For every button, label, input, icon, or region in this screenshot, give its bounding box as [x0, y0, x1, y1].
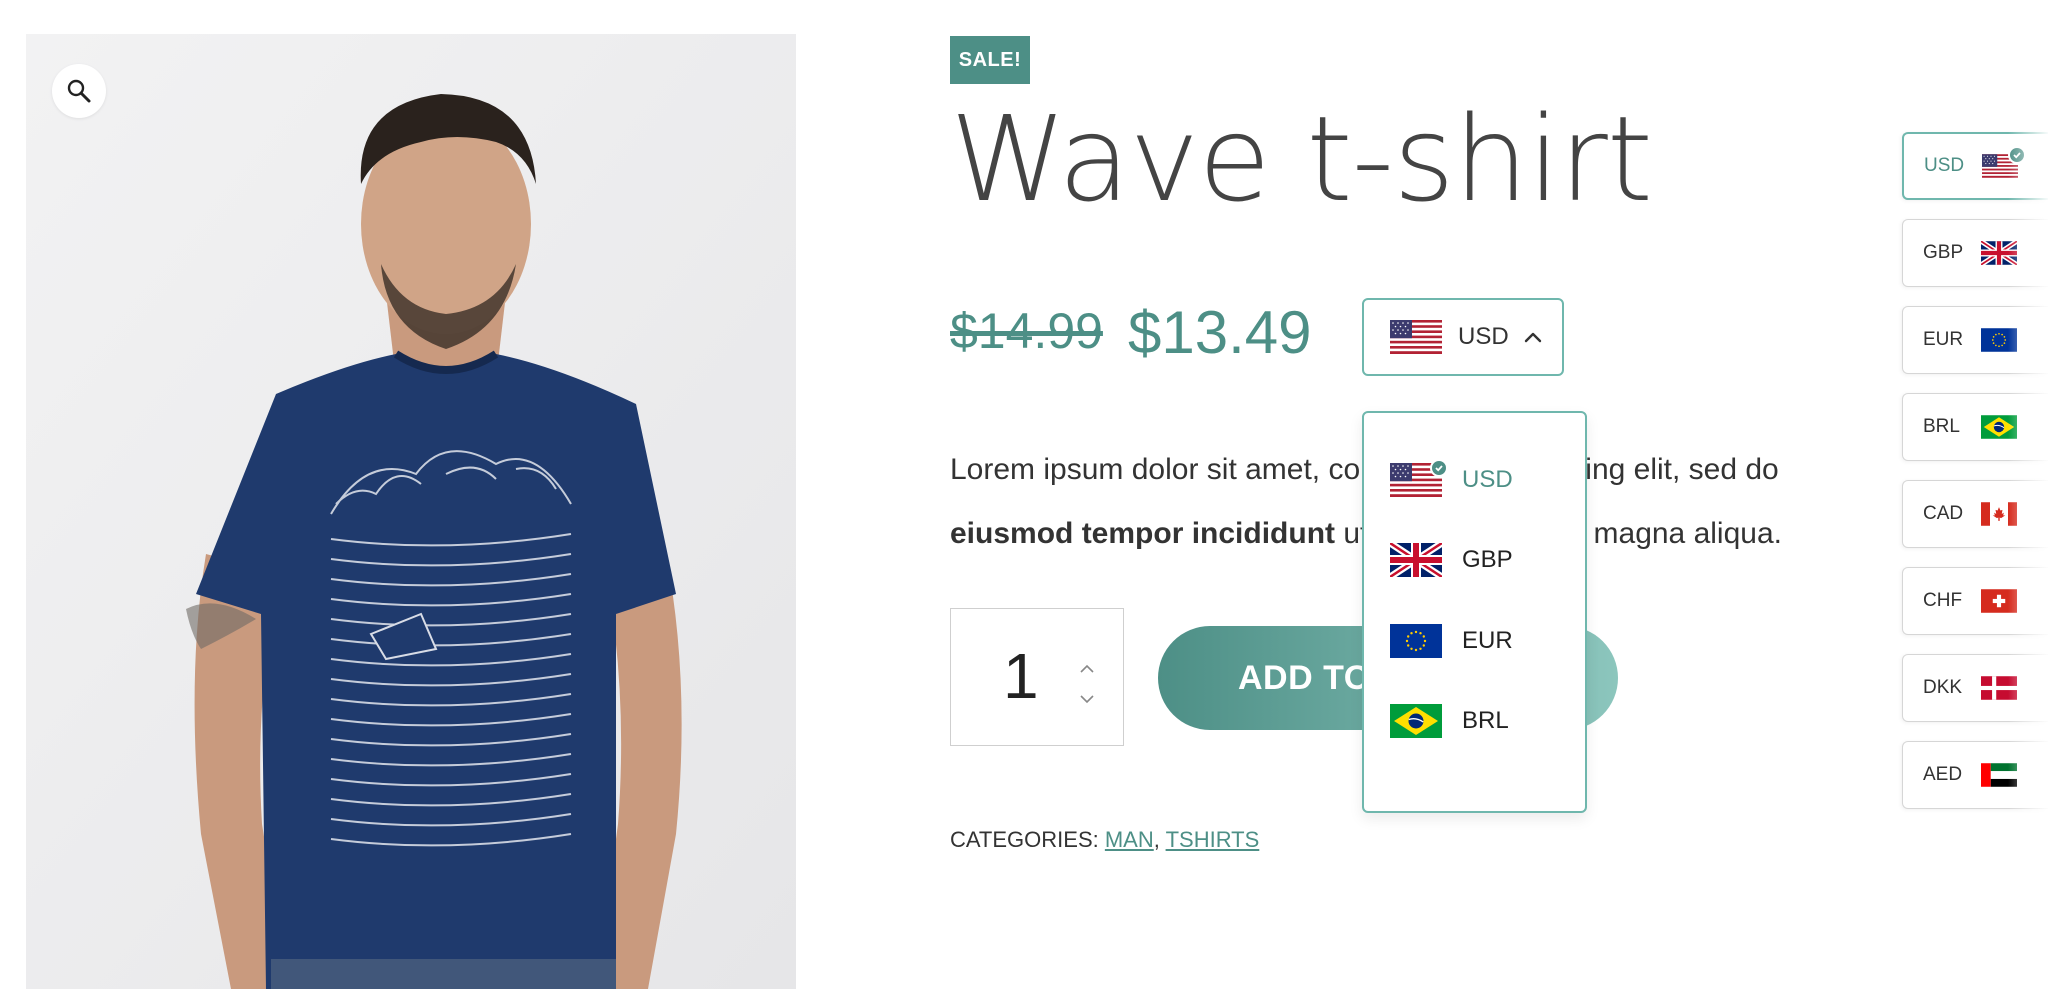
- magnifier-icon: [67, 79, 91, 103]
- eu-flag-icon: [1981, 328, 2017, 352]
- dropdown-item-usd[interactable]: USD: [1390, 455, 1513, 505]
- brazil-flag-icon: [1390, 704, 1442, 738]
- us-flag-icon: [1390, 320, 1442, 354]
- dropdown-item-label: EUR: [1462, 627, 1513, 654]
- product-photo: [26, 34, 796, 989]
- chevron-up-icon: [1523, 330, 1543, 344]
- check-icon: [1430, 459, 1448, 477]
- uk-flag-icon: [1390, 543, 1442, 577]
- side-item-label: CAD: [1923, 503, 1964, 524]
- uae-flag-icon: [1981, 763, 2017, 787]
- side-item-eur[interactable]: EUR: [1902, 306, 2048, 374]
- side-item-chf[interactable]: CHF: [1902, 567, 2048, 635]
- uk-flag-icon: [1981, 241, 2017, 265]
- side-item-cad[interactable]: CAD: [1902, 480, 2048, 548]
- side-item-label: USD: [1924, 155, 1965, 176]
- dropdown-item-label: GBP: [1462, 546, 1513, 573]
- quantity-value[interactable]: 1: [1003, 639, 1039, 713]
- sale-badge: SALE!: [950, 36, 1030, 84]
- side-item-dkk[interactable]: DKK: [1902, 654, 2048, 722]
- currency-dropdown: USD GBP EUR BRL: [1362, 411, 1587, 813]
- original-price: $14.99: [950, 303, 1103, 359]
- side-item-usd[interactable]: USD: [1902, 132, 2048, 200]
- side-item-label: BRL: [1923, 416, 1960, 437]
- product-title: Wave t-shirt: [950, 90, 1653, 228]
- flag-wrapper: [1390, 459, 1448, 497]
- product-categories: CATEGORIES: MAN, TSHIRTS: [950, 827, 1260, 852]
- dropdown-item-label: BRL: [1462, 707, 1509, 734]
- currency-select[interactable]: USD: [1362, 298, 1564, 376]
- sale-price: $13.49: [1128, 299, 1312, 366]
- dropdown-item-label: USD: [1462, 466, 1513, 493]
- side-item-label: DKK: [1923, 677, 1963, 698]
- brazil-flag-icon: [1981, 415, 2017, 439]
- category-link-man[interactable]: MAN: [1105, 827, 1154, 852]
- denmark-flag-icon: [1981, 676, 2017, 700]
- side-item-gbp[interactable]: GBP: [1902, 219, 2048, 287]
- product-image-panel: [26, 34, 796, 989]
- description-text: Lorem ipsum dolor sit amet,: [950, 453, 1321, 486]
- zoom-button[interactable]: [52, 64, 106, 118]
- check-icon: [2008, 146, 2026, 164]
- dropdown-item-eur[interactable]: EUR: [1390, 616, 1513, 666]
- currency-select-value: USD: [1458, 323, 1509, 350]
- side-item-label: EUR: [1923, 329, 1964, 350]
- eu-flag-icon: [1390, 624, 1442, 658]
- flag-wrapper: [1982, 146, 2026, 178]
- category-link-tshirts[interactable]: TSHIRTS: [1166, 827, 1260, 852]
- dropdown-item-brl[interactable]: BRL: [1390, 696, 1509, 746]
- side-item-aed[interactable]: AED: [1902, 741, 2048, 809]
- side-item-label: GBP: [1923, 242, 1964, 263]
- switzerland-flag-icon: [1981, 589, 2017, 613]
- categories-label: CATEGORIES:: [950, 827, 1099, 852]
- side-item-label: CHF: [1923, 590, 1963, 611]
- quantity-stepper[interactable]: 1: [950, 608, 1124, 746]
- dropdown-item-gbp[interactable]: GBP: [1390, 535, 1513, 585]
- quantity-decrease-icon[interactable]: [1075, 689, 1099, 709]
- quantity-increase-icon[interactable]: [1075, 659, 1099, 679]
- side-item-brl[interactable]: BRL: [1902, 393, 2048, 461]
- side-item-label: AED: [1923, 764, 1963, 785]
- canada-flag-icon: [1981, 502, 2017, 526]
- description-bold-text: eiusmod tempor incididunt: [950, 517, 1336, 550]
